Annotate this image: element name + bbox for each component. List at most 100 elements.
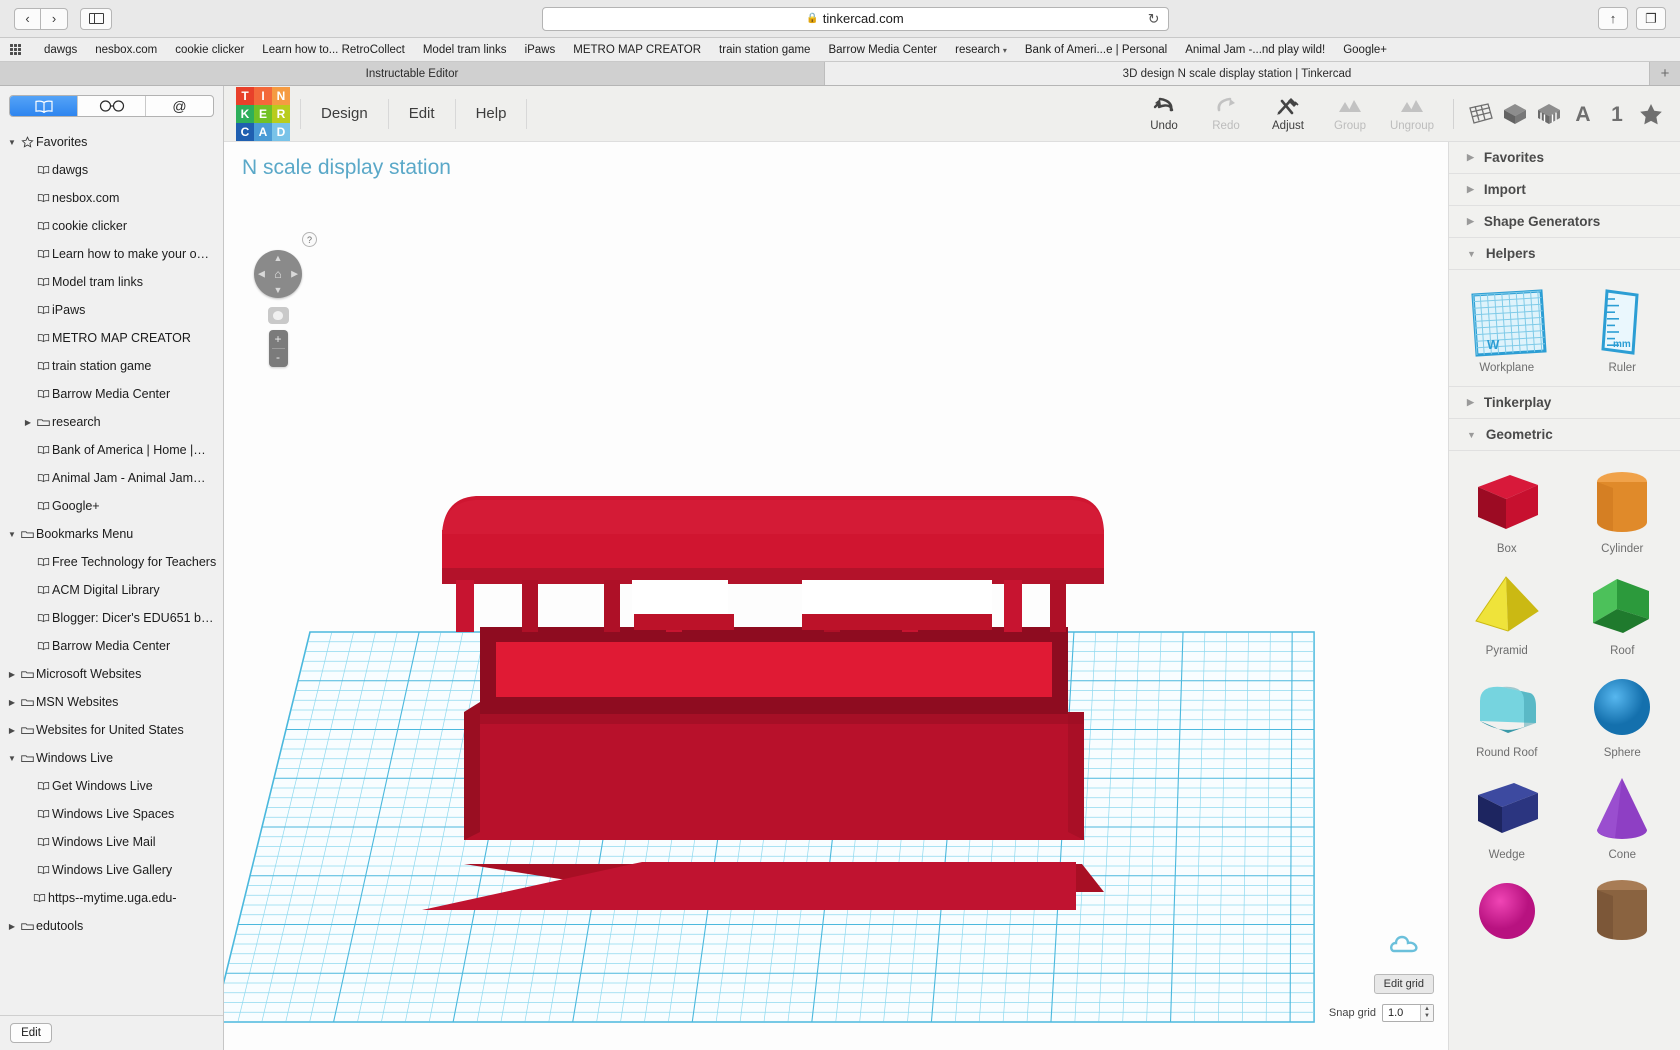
bookmark-item[interactable]: train station game xyxy=(710,44,819,56)
shape-pyramid[interactable]: Pyramid xyxy=(1449,561,1565,663)
bookmark-item[interactable]: Google+ xyxy=(1334,44,1396,56)
station-model[interactable] xyxy=(404,492,1124,917)
forward-button[interactable]: › xyxy=(41,7,68,30)
stepper-up-icon[interactable]: ▲ xyxy=(1424,1006,1430,1013)
sidebar-item-animal-jam-animal-jam[interactable]: Animal Jam - Animal Jam… xyxy=(0,464,223,492)
menu-help[interactable]: Help xyxy=(456,98,528,129)
sidebar-item-train-station-game[interactable]: train station game xyxy=(0,352,223,380)
bookmark-item[interactable]: iPaws xyxy=(516,44,565,56)
sidebar-item-barrow-media-center[interactable]: Barrow Media Center xyxy=(0,632,223,660)
show-all-tabs-button[interactable]: ❐ xyxy=(1636,7,1666,30)
grid-view-icon[interactable] xyxy=(1464,102,1498,126)
panel-section-shape-generators[interactable]: ▶ Shape Generators xyxy=(1449,206,1680,238)
bookmark-item[interactable]: nesbox.com xyxy=(86,44,166,56)
reading-list-segment[interactable] xyxy=(78,96,146,116)
bookmark-item[interactable]: Model tram links xyxy=(414,44,516,56)
zoom-out-button[interactable]: - xyxy=(276,350,280,365)
reload-icon[interactable]: ↻ xyxy=(1148,10,1160,27)
sidebar-item-favorites[interactable]: ▼ Favorites xyxy=(0,128,223,156)
orbit-down-icon[interactable]: ▼ xyxy=(274,285,283,295)
bookmark-item[interactable]: Animal Jam -...nd play wild! xyxy=(1176,44,1334,56)
sidebar-item-microsoft-websites[interactable]: ▶ Microsoft Websites xyxy=(0,660,223,688)
disclosure-open-icon[interactable]: ▼ xyxy=(6,530,18,539)
wireframe-cube-icon[interactable] xyxy=(1532,102,1566,126)
text-tool-icon[interactable]: A xyxy=(1566,102,1600,126)
number-tool-icon[interactable]: 1 xyxy=(1600,102,1634,126)
tinkercad-logo[interactable]: TINKERCAD xyxy=(236,86,290,141)
sidebar-item-edutools[interactable]: ▶ edutools xyxy=(0,912,223,940)
sidebar-item-get-windows-live[interactable]: Get Windows Live xyxy=(0,772,223,800)
snap-grid-input[interactable]: 1.0 ▲ ▼ xyxy=(1382,1004,1434,1022)
bookmark-item[interactable]: METRO MAP CREATOR xyxy=(564,44,710,56)
orbit-up-icon[interactable]: ▲ xyxy=(274,253,283,263)
sidebar-item-msn-websites[interactable]: ▶ MSN Websites xyxy=(0,688,223,716)
bookmarks-list[interactable]: ▼ Favorites dawgs nesbox.com cookie clicker L… xyxy=(0,125,223,1015)
sidebar-item-research[interactable]: ▶ research xyxy=(0,408,223,436)
3d-canvas[interactable]: N scale display station ? ▲ ▼ ◀ ▶ ⌂ + - … xyxy=(224,142,1448,1050)
sidebar-item-ipaws[interactable]: iPaws xyxy=(0,296,223,324)
sidebar-item-blogger-dicer-s-edu651-b[interactable]: Blogger: Dicer's EDU651 b… xyxy=(0,604,223,632)
shape-cylinder[interactable]: Cylinder xyxy=(1565,459,1680,561)
zoom-in-button[interactable]: + xyxy=(274,332,281,347)
sidebar-item-https-mytime-uga-edu[interactable]: https--mytime.uga.edu- xyxy=(0,884,223,912)
sidebar-item-windows-live-gallery[interactable]: Windows Live Gallery xyxy=(0,856,223,884)
sidebar-item-nesbox-com[interactable]: nesbox.com xyxy=(0,184,223,212)
sidebar-item-cookie-clicker[interactable]: cookie clicker xyxy=(0,212,223,240)
sidebar-item-metro-map-creator[interactable]: METRO MAP CREATOR xyxy=(0,324,223,352)
shape-sphere[interactable]: Sphere xyxy=(1565,663,1680,765)
collapse-panel-button[interactable]: ❯ xyxy=(1448,524,1449,570)
disclosure-closed-icon[interactable]: ▶ xyxy=(6,922,18,931)
sidebar-item-websites-for-united-states[interactable]: ▶ Websites for United States xyxy=(0,716,223,744)
disclosure-closed-icon[interactable]: ▶ xyxy=(6,698,18,707)
sidebar-item-acm-digital-library[interactable]: ACM Digital Library xyxy=(0,576,223,604)
undo-button[interactable]: Undo xyxy=(1133,95,1195,132)
browser-tab[interactable]: 3D design N scale display station | Tink… xyxy=(825,62,1650,85)
bookmark-item[interactable]: Learn how to... RetroCollect xyxy=(253,44,414,56)
sidebar-item-google[interactable]: Google+ xyxy=(0,492,223,520)
bookmark-item[interactable]: research ▾ xyxy=(946,44,1016,56)
shape-box[interactable]: Box xyxy=(1449,459,1565,561)
address-bar[interactable]: 🔒 tinkercad.com ↻ xyxy=(541,6,1169,31)
fit-to-view-button[interactable] xyxy=(267,307,289,324)
disclosure-open-icon[interactable]: ▼ xyxy=(6,754,18,763)
menu-design[interactable]: Design xyxy=(300,98,389,129)
disclosure-closed-icon[interactable]: ▶ xyxy=(22,418,34,427)
disclosure-open-icon[interactable]: ▼ xyxy=(6,138,18,147)
shape-sphere-pink[interactable] xyxy=(1449,867,1565,953)
helper-ruler[interactable]: mm Ruler xyxy=(1565,278,1680,380)
group-button[interactable]: Group xyxy=(1319,95,1381,132)
edit-grid-button[interactable]: Edit grid xyxy=(1373,974,1434,994)
share-button[interactable]: ↑ xyxy=(1598,7,1628,30)
sidebar-item-windows-live-spaces[interactable]: Windows Live Spaces xyxy=(0,800,223,828)
browser-tab[interactable]: Instructable Editor xyxy=(0,62,825,85)
sidebar-item-bank-of-america-home[interactable]: Bank of America | Home |… xyxy=(0,436,223,464)
sidebar-item-windows-live[interactable]: ▼ Windows Live xyxy=(0,744,223,772)
bookmarks-segment[interactable] xyxy=(10,96,78,116)
bookmark-item[interactable]: Barrow Media Center xyxy=(819,44,946,56)
bookmark-item[interactable]: Bank of Ameri...e | Personal xyxy=(1016,44,1176,56)
sidebar-item-model-tram-links[interactable]: Model tram links xyxy=(0,268,223,296)
sidebar-toggle-button[interactable] xyxy=(80,7,112,30)
panel-section-import[interactable]: ▶ Import xyxy=(1449,174,1680,206)
panel-section-helpers[interactable]: ▼ Helpers xyxy=(1449,238,1680,270)
sidebar-item-windows-live-mail[interactable]: Windows Live Mail xyxy=(0,828,223,856)
sidebar-edit-button[interactable]: Edit xyxy=(10,1023,52,1043)
shape-wedge[interactable]: Wedge xyxy=(1449,765,1565,867)
shape-cone[interactable]: Cone xyxy=(1565,765,1680,867)
sidebar-item-dawgs[interactable]: dawgs xyxy=(0,156,223,184)
solid-cube-icon[interactable] xyxy=(1498,102,1532,126)
panel-section-tinkerplay[interactable]: ▶ Tinkerplay xyxy=(1449,387,1680,419)
menu-edit[interactable]: Edit xyxy=(389,98,456,129)
panel-section-geometric[interactable]: ▼ Geometric xyxy=(1449,419,1680,451)
shared-links-segment[interactable]: @ xyxy=(146,96,213,116)
redo-button[interactable]: Redo xyxy=(1195,95,1257,132)
new-tab-button[interactable]: + xyxy=(1650,62,1680,85)
help-icon[interactable]: ? xyxy=(302,232,317,247)
ungroup-button[interactable]: Ungroup xyxy=(1381,95,1443,132)
apps-grid-icon[interactable] xyxy=(10,44,21,55)
helper-workplane[interactable]: W Workplane xyxy=(1449,278,1565,380)
bookmark-item[interactable]: cookie clicker xyxy=(166,44,253,56)
snap-grid-stepper[interactable]: ▲ ▼ xyxy=(1420,1005,1433,1021)
orbit-right-icon[interactable]: ▶ xyxy=(291,269,298,280)
orbit-left-icon[interactable]: ◀ xyxy=(258,269,265,280)
